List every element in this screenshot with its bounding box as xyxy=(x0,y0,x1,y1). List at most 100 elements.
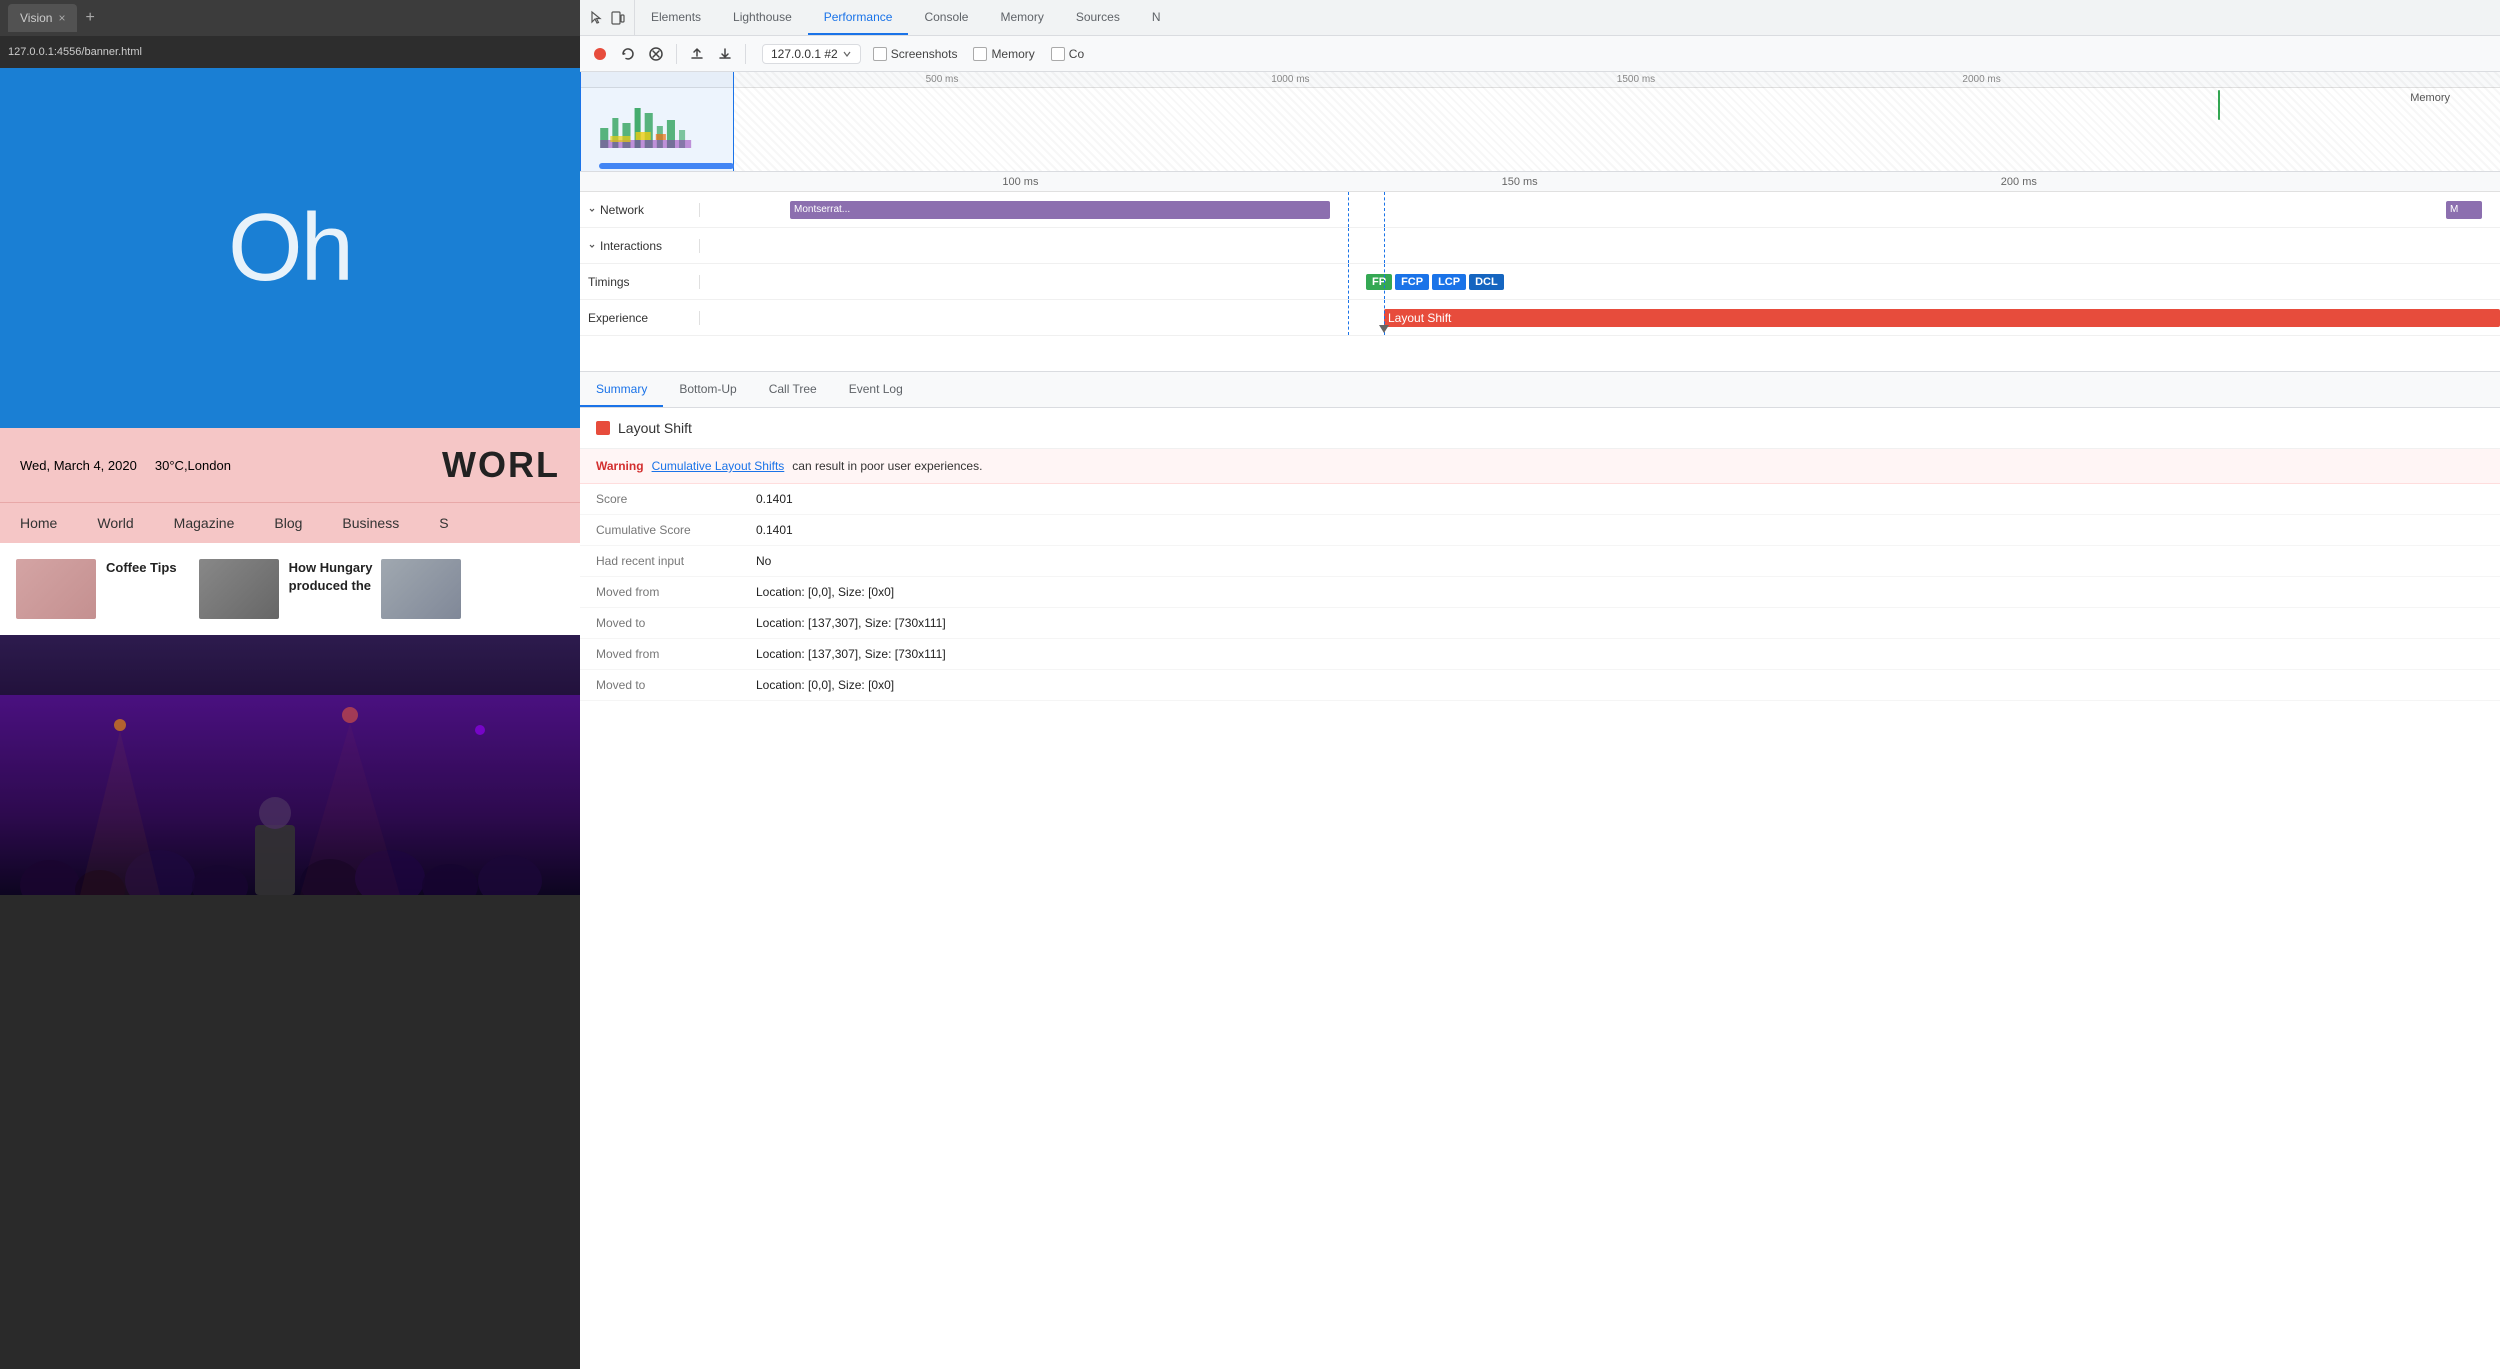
tab-performance[interactable]: Performance xyxy=(808,0,909,35)
address-text: 127.0.0.1:4556/banner.html xyxy=(8,46,142,58)
upload-button[interactable] xyxy=(685,42,709,66)
toolbar-separator-2 xyxy=(745,44,746,64)
analysis-panel: Summary Bottom-Up Call Tree Event Log La… xyxy=(580,372,2500,1369)
profile-text: 127.0.0.1 #2 xyxy=(771,47,838,61)
tab-lighthouse[interactable]: Lighthouse xyxy=(717,0,808,35)
weather-text: 30°C,London xyxy=(155,458,231,473)
analysis-content[interactable]: Layout Shift Warning Cumulative Layout S… xyxy=(580,408,2500,1369)
network-label-text: Network xyxy=(600,203,644,217)
layout-shift-bar[interactable]: Layout Shift xyxy=(1384,309,2500,327)
layout-shift-bar-label: Layout Shift xyxy=(1388,311,1451,325)
expand-icon-interactions[interactable] xyxy=(588,242,596,250)
memory-checkbox[interactable]: Memory xyxy=(973,47,1034,61)
memory-label: Memory xyxy=(991,47,1034,61)
montserrat-label: Montserrat... xyxy=(794,204,850,215)
tick-150ms: 150 ms xyxy=(1502,176,1538,188)
experience-label: Experience xyxy=(580,311,700,325)
warning-link[interactable]: Cumulative Layout Shifts xyxy=(652,459,785,473)
dashed-line-2 xyxy=(1384,192,1385,227)
tab-more[interactable]: N xyxy=(1136,0,1177,35)
moved-to-1-row: Moved to Location: [137,307], Size: [730… xyxy=(580,608,2500,639)
call-tree-tab-label: Call Tree xyxy=(769,382,817,396)
news-title: WORL xyxy=(442,444,560,486)
nav-world[interactable]: World xyxy=(97,515,133,531)
record-button[interactable] xyxy=(588,42,612,66)
timings-label: Timings xyxy=(580,275,700,289)
tab-elements[interactable]: Elements xyxy=(635,0,717,35)
tab-bottom-up[interactable]: Bottom-Up xyxy=(663,372,752,407)
experience-dashed-1 xyxy=(1348,300,1349,335)
nav-blog[interactable]: Blog xyxy=(274,515,302,531)
card-text-1: Coffee Tips xyxy=(106,559,177,577)
nav-business[interactable]: Business xyxy=(342,515,399,531)
address-bar: 127.0.0.1:4556/banner.html xyxy=(0,36,580,68)
network-label[interactable]: Network xyxy=(580,203,700,217)
score-value: 0.1401 xyxy=(756,492,793,506)
expand-icon-network[interactable] xyxy=(588,206,596,214)
tab-summary[interactable]: Summary xyxy=(580,372,663,407)
timings-label-text: Timings xyxy=(588,275,630,289)
browser-tab-bar: Vision × + xyxy=(0,0,580,36)
toolbar-separator-1 xyxy=(676,44,677,64)
timeline-hatched xyxy=(734,72,2500,171)
lcp-badge[interactable]: LCP xyxy=(1432,274,1466,290)
devtools-tabs: Elements Lighthouse Performance Console … xyxy=(580,0,2500,36)
timeline-rows: Network Montserrat... M xyxy=(580,192,2500,371)
webpage-content: Oh Wed, March 4, 2020 30°C,London WORL H… xyxy=(0,68,580,1369)
timeline-selection[interactable] xyxy=(580,72,734,171)
co-label: Co xyxy=(1069,47,1084,61)
moved-from-1-label: Moved from xyxy=(596,585,756,599)
timings-dashed-2 xyxy=(1384,264,1385,299)
tab-close-icon[interactable]: × xyxy=(58,11,65,25)
layout-shift-header: Layout Shift xyxy=(580,408,2500,449)
card-img-3 xyxy=(381,559,461,619)
fcp-badge[interactable]: FCP xyxy=(1395,274,1429,290)
timeline-scrollbar[interactable] xyxy=(599,163,733,169)
timings-row: Timings FP FCP LCP DCL xyxy=(580,264,2500,300)
timeline-overview[interactable]: 500 ms 1000 ms 1500 ms 2000 ms xyxy=(580,72,2500,172)
card-img-1 xyxy=(16,559,96,619)
card-text-2: How Hungary produced the xyxy=(289,559,382,595)
nav-bar: Home World Magazine Blog Business S xyxy=(0,502,580,543)
nav-home[interactable]: Home xyxy=(20,515,57,531)
memory-checkbox-box[interactable] xyxy=(973,47,987,61)
interactions-row: Interactions xyxy=(580,228,2500,264)
co-checkbox-box[interactable] xyxy=(1051,47,1065,61)
detail-timeline[interactable]: 100 ms 150 ms 200 ms Network Montserrat.… xyxy=(580,172,2500,372)
moved-from-2-label: Moved from xyxy=(596,647,756,661)
download-button[interactable] xyxy=(713,42,737,66)
fp-badge[interactable]: FP xyxy=(1366,274,1392,290)
experience-label-text: Experience xyxy=(588,311,648,325)
interactions-dashed-2 xyxy=(1384,228,1385,263)
moved-to-1-value: Location: [137,307], Size: [730x111] xyxy=(756,616,946,630)
checkbox-group: Screenshots Memory Co xyxy=(873,47,1084,61)
news-cards: Coffee Tips How Hungary produced the xyxy=(0,543,580,635)
tab-sources[interactable]: Sources xyxy=(1060,0,1136,35)
tab-console[interactable]: Console xyxy=(908,0,984,35)
cursor-icon[interactable] xyxy=(588,10,604,26)
news-card-2: How Hungary produced the xyxy=(199,559,382,619)
triangle-marker xyxy=(1379,325,1389,333)
new-tab-icon[interactable]: + xyxy=(85,9,94,27)
network-bar-m[interactable]: M xyxy=(2446,201,2482,219)
profile-selector[interactable]: 127.0.0.1 #2 xyxy=(762,44,861,64)
clear-button[interactable] xyxy=(644,42,668,66)
interactions-label-text: Interactions xyxy=(600,239,662,253)
nav-s[interactable]: S xyxy=(439,515,448,531)
tab-event-log[interactable]: Event Log xyxy=(833,372,919,407)
co-checkbox[interactable]: Co xyxy=(1051,47,1084,61)
moved-from-2-row: Moved from Location: [137,307], Size: [7… xyxy=(580,639,2500,670)
interactions-label[interactable]: Interactions xyxy=(580,239,700,253)
screenshots-checkbox[interactable]: Screenshots xyxy=(873,47,958,61)
reload-button[interactable] xyxy=(616,42,640,66)
dcl-badge[interactable]: DCL xyxy=(1469,274,1504,290)
montserrat-bar[interactable]: Montserrat... xyxy=(790,201,1330,219)
device-icon[interactable] xyxy=(610,10,626,26)
layout-shift-title: Layout Shift xyxy=(618,420,692,436)
nav-magazine[interactable]: Magazine xyxy=(174,515,235,531)
browser-tab[interactable]: Vision × xyxy=(8,4,77,32)
cumulative-label: Cumulative Score xyxy=(596,523,756,537)
tab-call-tree[interactable]: Call Tree xyxy=(753,372,833,407)
tab-memory[interactable]: Memory xyxy=(984,0,1059,35)
screenshots-checkbox-box[interactable] xyxy=(873,47,887,61)
